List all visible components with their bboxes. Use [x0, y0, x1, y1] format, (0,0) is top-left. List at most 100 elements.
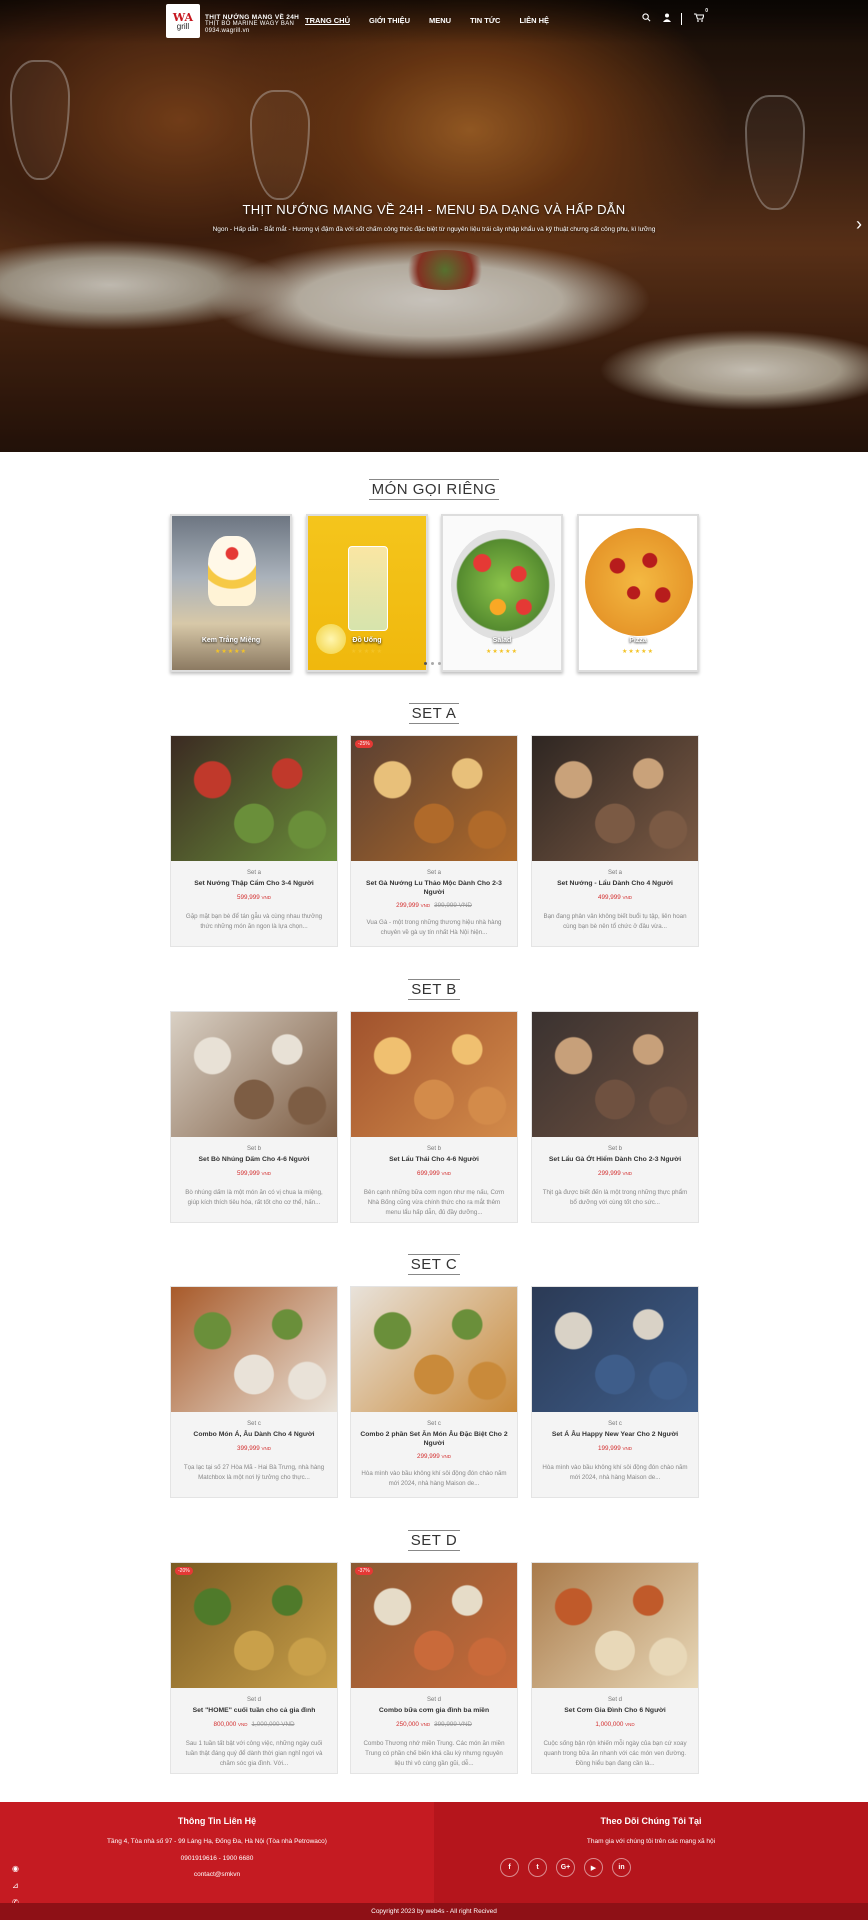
product-category: Set b: [246, 1146, 261, 1152]
product-image[interactable]: [532, 736, 698, 861]
product-card[interactable]: Set c Combo 2 phần Set Ăn Món Âu Đặc Biệt…: [350, 1286, 518, 1498]
chart-icon[interactable]: ⊿: [12, 1881, 19, 1890]
product-image[interactable]: -37%: [351, 1563, 517, 1688]
product-name[interactable]: Set Cơm Gia Đình Cho 6 Người: [538, 1706, 692, 1715]
user-icon[interactable]: [663, 13, 671, 25]
product-image[interactable]: [351, 1012, 517, 1137]
carousel-dot[interactable]: [431, 662, 434, 665]
hero-banner: THỊT NƯỚNG MANG VỀ 24H - MENU ĐA DẠNG VÀ…: [0, 0, 868, 452]
linkedin-icon[interactable]: in: [612, 1858, 631, 1877]
price-unit: VND: [261, 1446, 272, 1451]
product-card[interactable]: -25% Set a Set Gà Nướng Lu Thảo Mộc Dành C…: [350, 735, 518, 947]
cart-icon[interactable]: 0: [694, 8, 708, 25]
product-name[interactable]: Set Nướng Thập Cẩm Cho 3-4 Người: [177, 879, 331, 888]
product-image[interactable]: -25%: [351, 736, 517, 861]
product-card[interactable]: Set a Set Nướng Thập Cẩm Cho 3-4 Người 599…: [170, 735, 338, 947]
discount-badge: -25%: [355, 740, 373, 748]
twitter-icon[interactable]: t: [528, 1858, 547, 1877]
facebook-icon[interactable]: f: [500, 1858, 519, 1877]
product-price: 499,999 VND: [532, 894, 698, 901]
product-name[interactable]: Set Gà Nướng Lu Thảo Mộc Dành Cho 2-3 Ng…: [357, 879, 511, 897]
pizza-image: [585, 528, 693, 636]
product-card[interactable]: Set c Set Á Âu Happy New Year Cho 2 Người…: [531, 1286, 699, 1498]
product-category: Set a: [246, 870, 261, 876]
product-description: Hòa mình vào bầu không khí sôi động đón …: [542, 1464, 688, 1481]
nav-news[interactable]: TIN TỨC: [470, 16, 500, 25]
product-card[interactable]: Set a Set Nướng - Lẩu Dành Cho 4 Người 499…: [531, 735, 699, 947]
category-card-dessert[interactable]: Kem Trắng Miệng ★★★★★: [170, 514, 292, 672]
dessert-image: [208, 536, 256, 606]
logo-tagline: THỊT NƯỚNG MANG VỀ 24H THỊT BÒ MARINE WA…: [205, 14, 300, 34]
price-value: 299,999: [396, 902, 419, 909]
nav-home[interactable]: TRANG CHỦ: [305, 16, 350, 25]
nav-menu[interactable]: MENU: [429, 16, 451, 25]
price-value: 299,999: [597, 1170, 621, 1177]
product-name[interactable]: Combo bữa cơm gia đình ba miền: [357, 1706, 511, 1715]
price-unit: VND: [441, 1171, 452, 1176]
product-card[interactable]: -37% Set d Combo bữa cơm gia đình ba miền 2…: [350, 1562, 518, 1774]
product-price: 599,999 VND: [171, 894, 337, 901]
product-card[interactable]: Set b Set Lẩu Thái Cho 4-6 Người 699,999 V…: [350, 1011, 518, 1223]
product-name[interactable]: Set Bò Nhúng Dấm Cho 4-6 Người: [177, 1155, 331, 1164]
footer-phone[interactable]: 0901919616 - 1900 6680: [0, 1855, 434, 1862]
product-image[interactable]: [171, 736, 337, 861]
section-title-set-c: SET C: [0, 1254, 868, 1275]
price-value: 250,000: [396, 1721, 419, 1728]
price-unit: VND: [622, 1171, 633, 1176]
carousel-dot[interactable]: [424, 662, 427, 665]
category-card-salad[interactable]: Salad ★★★★★: [441, 514, 563, 672]
product-description: Gặp mặt bạn bè để tán gẫu và cùng nhau t…: [185, 913, 323, 930]
price-unit: VND: [261, 895, 272, 900]
salad-image: [451, 530, 555, 640]
footer-address: Tầng 4, Tòa nhà số 97 - 99 Láng Hạ, Đống…: [107, 1838, 327, 1845]
header-icons: 0: [630, 8, 708, 25]
product-name[interactable]: Set "HOME" cuối tuần cho cả gia đình: [177, 1706, 331, 1715]
section-title-set-a: SET A: [0, 703, 868, 724]
price-value: 599,999: [236, 1170, 260, 1177]
product-description: Bên cạnh những bữa cơm ngon như mẹ nấu, …: [363, 1189, 505, 1216]
product-image[interactable]: [532, 1563, 698, 1688]
logo[interactable]: WA grill: [166, 4, 200, 38]
footer-contact: Thông Tin Liên Hệ Tầng 4, Tòa nhà số 97 …: [0, 1802, 434, 1903]
product-image[interactable]: [532, 1012, 698, 1137]
product-image[interactable]: [171, 1287, 337, 1412]
product-image[interactable]: [171, 1012, 337, 1137]
nav-contact[interactable]: LIÊN HỆ: [519, 16, 549, 25]
messenger-icon[interactable]: ◉: [12, 1864, 19, 1873]
product-price: 1,000,000 VND: [532, 1721, 698, 1728]
product-description: Bò nhúng dấm là một món ăn có vị chua la…: [185, 1189, 323, 1206]
price-value: 599,999: [236, 894, 260, 901]
product-card[interactable]: -20% Set d Set "HOME" cuối tuần cho cả gia…: [170, 1562, 338, 1774]
search-icon[interactable]: [642, 13, 651, 25]
product-card[interactable]: Set b Set Lẩu Gà Ớt Hiểm Dành Cho 2-3 Ngư…: [531, 1011, 699, 1223]
youtube-icon[interactable]: ▶: [584, 1858, 603, 1877]
category-card-drinks[interactable]: Đồ Uống ★★★★★: [306, 514, 428, 672]
product-price: 299,999 VND: [351, 1453, 517, 1460]
product-name[interactable]: Combo 2 phần Set Ăn Món Âu Đặc Biệt Cho …: [357, 1430, 511, 1448]
price-value: 399,999: [236, 1445, 260, 1452]
category-label: Salad: [492, 637, 512, 644]
footer-social: Theo Dõi Chúng Tôi Tại Tham gia với chún…: [434, 1802, 868, 1903]
site-header: WA grill THỊT NƯỚNG MANG VỀ 24H THỊT BÒ …: [0, 0, 868, 44]
slider-next-icon[interactable]: ›: [856, 214, 862, 235]
product-name[interactable]: Set Nướng - Lẩu Dành Cho 4 Người: [538, 879, 692, 888]
product-name[interactable]: Set Á Âu Happy New Year Cho 2 Người: [538, 1430, 692, 1439]
carousel-dot[interactable]: [438, 662, 441, 665]
price-value: 499,999: [597, 894, 621, 901]
product-card[interactable]: Set b Set Bò Nhúng Dấm Cho 4-6 Người 599,9…: [170, 1011, 338, 1223]
product-name[interactable]: Combo Món Á, Âu Dành Cho 4 Người: [177, 1430, 331, 1439]
product-image[interactable]: -20%: [171, 1563, 337, 1688]
product-card[interactable]: Set c Combo Món Á, Âu Dành Cho 4 Người 399…: [170, 1286, 338, 1498]
discount-badge: -37%: [355, 1567, 373, 1575]
nav-about[interactable]: GIỚI THIỆU: [369, 16, 410, 25]
category-label: Pizza: [629, 637, 647, 644]
category-card-pizza[interactable]: Pizza ★★★★★: [577, 514, 699, 672]
product-image[interactable]: [351, 1287, 517, 1412]
product-image[interactable]: [532, 1287, 698, 1412]
product-price: 299,999 VND: [532, 1170, 698, 1177]
product-name[interactable]: Set Lẩu Gà Ớt Hiểm Dành Cho 2-3 Người: [538, 1155, 692, 1164]
product-name[interactable]: Set Lẩu Thái Cho 4-6 Người: [357, 1155, 511, 1164]
product-card[interactable]: Set d Set Cơm Gia Đình Cho 6 Người 1,000,0…: [531, 1562, 699, 1774]
google-plus-icon[interactable]: G+: [556, 1858, 575, 1877]
footer-email[interactable]: contact@smkvn: [0, 1871, 434, 1878]
